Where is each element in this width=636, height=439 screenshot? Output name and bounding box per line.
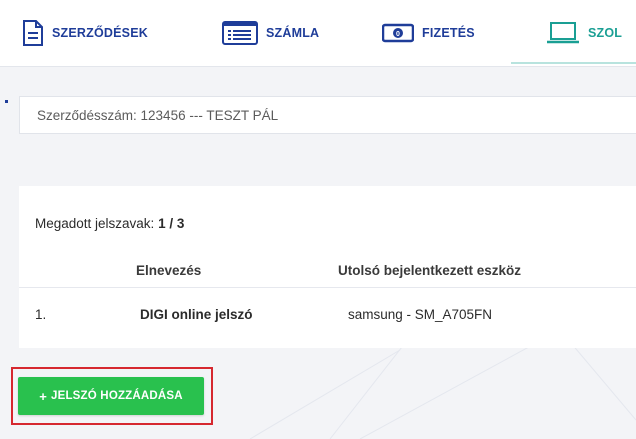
passwords-card: Megadott jelszavak: 1 / 3 Elnevezés Utol…: [19, 186, 636, 348]
banknote-icon: 0: [382, 23, 414, 43]
nav-tab-services[interactable]: SZOL: [546, 0, 622, 66]
svg-text:0: 0: [396, 31, 400, 38]
password-count-label: Megadott jelszavak:: [35, 216, 155, 231]
row-index: 1.: [35, 307, 47, 322]
add-password-button[interactable]: + JELSZÓ HOZZÁADÁSA: [18, 377, 204, 415]
top-navigation: SZERZŐDÉSEK SZÁMLA 0 FIZETÉS SZOL: [0, 0, 636, 67]
nav-tab-payment[interactable]: 0 FIZETÉS: [382, 0, 475, 66]
nav-tab-payment-label: FIZETÉS: [422, 26, 475, 40]
nav-tab-invoice[interactable]: SZÁMLA: [222, 0, 319, 66]
contract-selector[interactable]: Szerződésszám: 123456 --- TESZT PÁL: [19, 96, 636, 134]
nav-tab-contracts[interactable]: SZERZŐDÉSEK: [22, 0, 148, 66]
column-header-name: Elnevezés: [136, 263, 202, 278]
header-divider: [19, 287, 636, 288]
laptop-icon: [547, 22, 579, 44]
contract-number-text: Szerződésszám: 123456 --- TESZT PÁL: [37, 107, 279, 123]
marker-dot: [5, 100, 8, 103]
password-count: Megadott jelszavak: 1 / 3: [35, 216, 184, 231]
add-password-label: JELSZÓ HOZZÁADÁSA: [50, 390, 183, 402]
plus-icon: +: [39, 388, 47, 404]
password-count-value: 1 / 3: [158, 216, 185, 231]
password-name: DIGI online jelszó: [140, 307, 253, 322]
nav-tab-contracts-label: SZERZŐDÉSEK: [52, 26, 148, 40]
document-icon: [23, 20, 43, 46]
column-header-last-device: Utolsó bejelentkezett eszköz: [338, 263, 522, 278]
nav-tab-invoice-label: SZÁMLA: [266, 26, 320, 40]
active-tab-indicator: [511, 62, 636, 64]
invoice-list-icon: [222, 21, 258, 45]
last-device: samsung - SM_A705FN: [348, 307, 493, 322]
nav-tab-services-label: SZOL: [588, 26, 623, 40]
